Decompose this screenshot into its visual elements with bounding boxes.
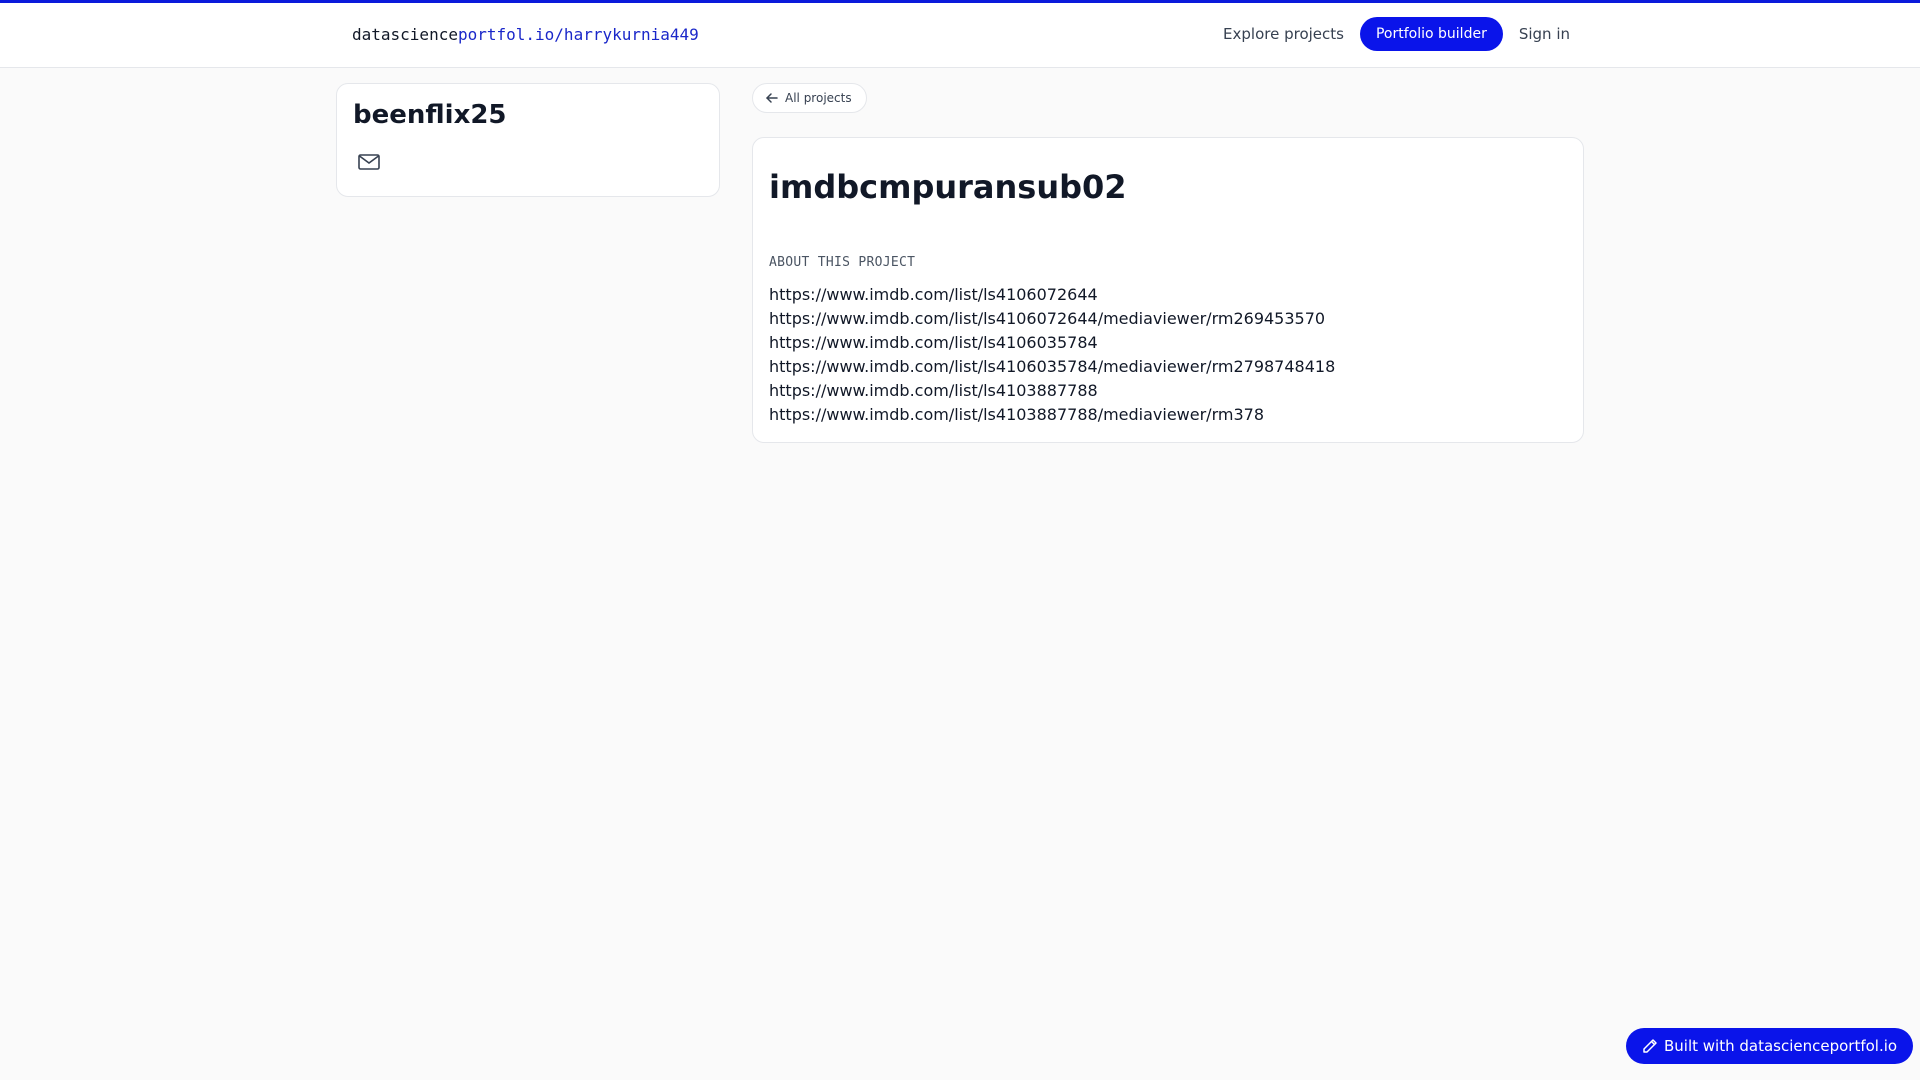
description-link[interactable]: https://www.imdb.com/list/ls4106035784 (769, 331, 1335, 355)
brand-suffix: portfol.io/harrykurnia449 (457, 25, 699, 44)
mail-icon[interactable] (358, 154, 380, 170)
all-projects-button[interactable]: All projects (752, 83, 867, 113)
explore-projects-link[interactable]: Explore projects (1223, 17, 1344, 51)
project-description-links: https://www.imdb.com/list/ls4106072644 h… (769, 283, 1335, 427)
top-navigation-bar: datascienceportfol.io/harrykurnia449 Exp… (0, 0, 1920, 68)
about-project-heading: ABOUT THIS PROJECT (769, 255, 916, 270)
header-nav: Explore projects Portfolio builder Sign … (1223, 17, 1570, 51)
built-with-badge[interactable]: Built with datascienceportfol.io (1626, 1028, 1914, 1064)
built-with-label: Built with datascienceportfol.io (1664, 1037, 1898, 1055)
pencil-icon (1643, 1039, 1657, 1053)
profile-name: beenflix25 (353, 100, 507, 130)
portfolio-builder-button[interactable]: Portfolio builder (1359, 17, 1503, 51)
project-card: imdbcmpuransub02 ABOUT THIS PROJECT http… (752, 137, 1584, 443)
description-link[interactable]: https://www.imdb.com/list/ls4106072644/m… (769, 307, 1335, 331)
description-link[interactable]: https://www.imdb.com/list/ls4103887788 (769, 379, 1335, 403)
description-link[interactable]: https://www.imdb.com/list/ls4106035784/m… (769, 355, 1335, 379)
sign-in-link[interactable]: Sign in (1519, 17, 1570, 51)
arrow-left-icon (766, 93, 778, 103)
all-projects-label: All projects (785, 91, 852, 105)
description-link[interactable]: https://www.imdb.com/list/ls4103887788/m… (769, 403, 1335, 427)
brand-prefix: datascience (352, 25, 458, 44)
project-title: imdbcmpuransub02 (769, 168, 1127, 206)
portfolio-url-link[interactable]: datascienceportfol.io/harrykurnia449 (352, 25, 699, 44)
description-link[interactable]: https://www.imdb.com/list/ls4106072644 (769, 283, 1335, 307)
profile-card: beenflix25 (336, 83, 720, 197)
